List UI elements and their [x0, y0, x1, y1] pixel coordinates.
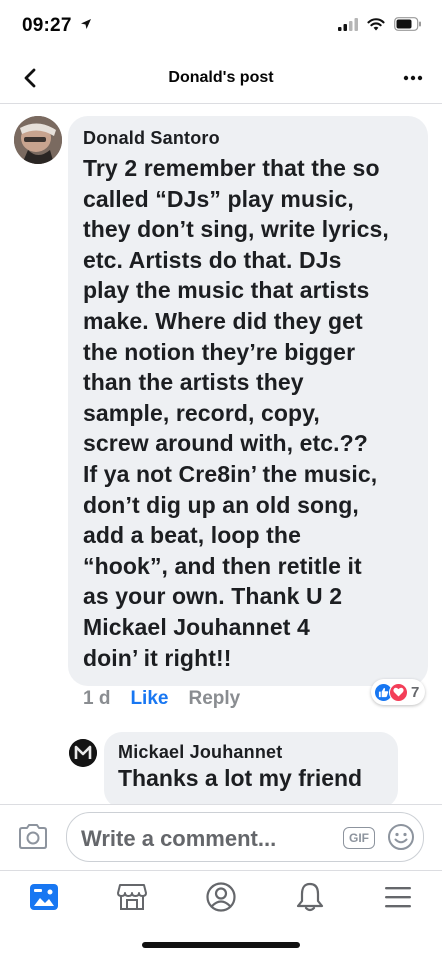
- gif-button[interactable]: GIF: [343, 827, 375, 849]
- status-bar: 09:27: [0, 0, 442, 52]
- emoji-button[interactable]: [387, 823, 415, 851]
- profile-icon: [206, 882, 236, 912]
- love-icon: [389, 682, 408, 702]
- reactions-summary[interactable]: 7: [371, 679, 426, 705]
- cellular-signal-icon: [338, 17, 358, 31]
- profile-photo: [14, 116, 62, 164]
- comment-composer: Write a comment... GIF: [0, 804, 442, 870]
- comment-author[interactable]: Donald Santoro: [83, 128, 414, 149]
- comment-bubble: Donald Santoro Try 2 remember that the s…: [68, 116, 428, 686]
- menu-icon: [385, 887, 411, 908]
- reply-button[interactable]: Reply: [188, 688, 240, 710]
- mention-link[interactable]: Mickael Jouhannet: [83, 614, 290, 640]
- comment-input[interactable]: Write a comment... GIF: [66, 812, 424, 862]
- reply-bubble: Mickael Jouhannet Thanks a lot my friend: [104, 732, 398, 808]
- tab-bar: [0, 870, 442, 926]
- tab-profile[interactable]: [203, 879, 239, 915]
- page-title: Donald's post: [168, 69, 274, 86]
- tab-notifications[interactable]: [292, 879, 328, 915]
- location-arrow-icon: [81, 19, 92, 29]
- comment-input-placeholder: Write a comment...: [81, 826, 277, 851]
- comment-actions: 1 d Like Reply: [83, 686, 240, 712]
- tab-news-feed[interactable]: [26, 879, 62, 915]
- ellipsis-icon: [403, 75, 423, 81]
- tab-marketplace[interactable]: [114, 879, 150, 915]
- camera-icon: [19, 824, 47, 849]
- more-options-button[interactable]: [398, 64, 428, 92]
- avatar[interactable]: [14, 116, 62, 164]
- emoji-icon: [388, 824, 414, 850]
- status-time: 09:27: [22, 15, 92, 37]
- reply-author[interactable]: Mickael Jouhannet: [118, 742, 384, 763]
- wifi-icon: [367, 17, 385, 30]
- battery-icon: [394, 17, 421, 31]
- camera-button[interactable]: [17, 823, 49, 851]
- comment-timestamp: 1 d: [83, 688, 111, 709]
- comment-text: Try 2 remember that the so called “DJs” …: [83, 153, 414, 673]
- marketplace-icon: [117, 884, 147, 910]
- m-logo-icon: [69, 739, 97, 767]
- reply-text: Thanks a lot my friend: [118, 765, 363, 791]
- comment-body: Try 2 remember that the so called “DJs” …: [83, 155, 389, 610]
- news-feed-icon: [30, 884, 58, 910]
- reaction-count: 7: [411, 683, 420, 701]
- like-button[interactable]: Like: [130, 688, 168, 710]
- home-indicator[interactable]: [142, 942, 300, 948]
- reply-avatar[interactable]: [69, 739, 97, 767]
- tab-menu[interactable]: [380, 879, 416, 915]
- notifications-icon: [296, 882, 324, 912]
- navigation-bar: Donald's post: [0, 52, 442, 104]
